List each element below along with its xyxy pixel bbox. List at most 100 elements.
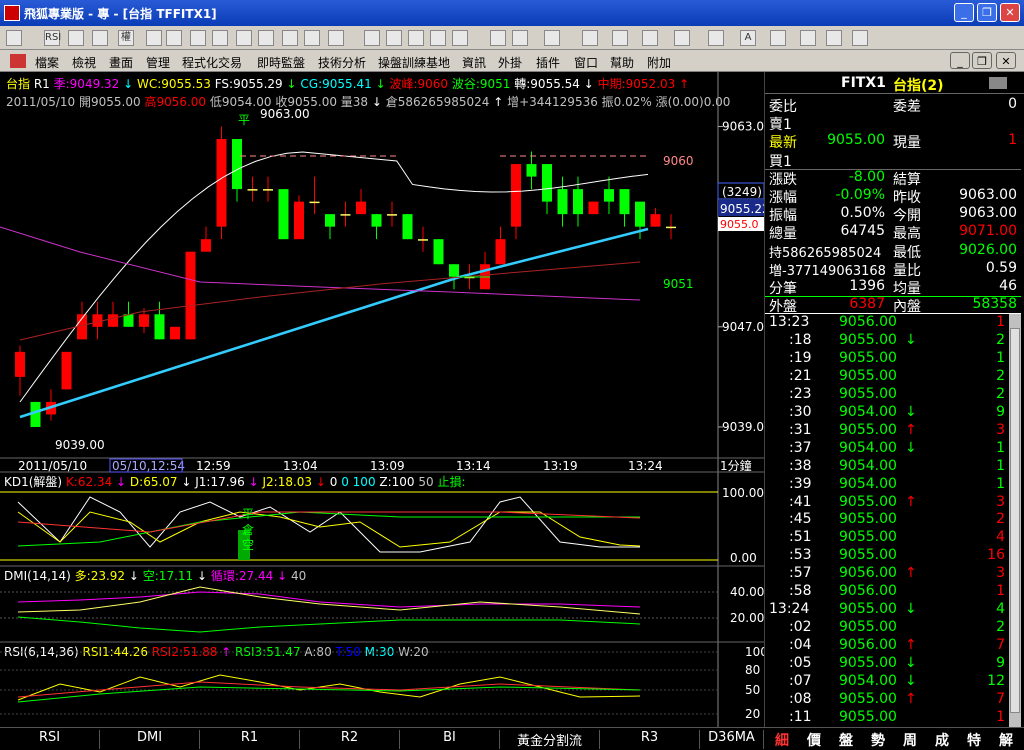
menu-item-5[interactable]: 即時監盤	[257, 54, 305, 71]
tick-row: :39 9054.00 1	[765, 476, 1021, 494]
target-icon[interactable]	[258, 30, 274, 46]
quote-row: 外盤 6387 內盤 58358	[765, 296, 1021, 315]
copy2-icon[interactable]	[770, 30, 786, 46]
weight-icon[interactable]: 權	[118, 30, 134, 46]
quote-row: 分筆 1396 均量 46	[765, 278, 1021, 297]
menu-item-0[interactable]: 檔案	[35, 54, 59, 71]
inner-min-button[interactable]: _	[950, 52, 970, 69]
link-icon[interactable]	[92, 30, 108, 46]
quote-tab-6[interactable]: 特	[960, 730, 988, 749]
tick-volume: 2	[996, 367, 1005, 384]
tab4-icon[interactable]	[408, 30, 424, 46]
color2-icon[interactable]	[166, 30, 182, 46]
candle-body	[356, 201, 366, 215]
quote-tab-7[interactable]: 解	[992, 730, 1020, 749]
menu-item-13[interactable]: 附加	[647, 54, 671, 71]
gann-icon[interactable]	[642, 30, 658, 46]
circle-icon[interactable]	[708, 30, 724, 46]
time-axis-label: 2011/05/10	[18, 459, 87, 473]
close-button[interactable]: ✕	[1000, 3, 1020, 22]
menu-item-12[interactable]: 幫助	[610, 54, 634, 71]
menu-item-1[interactable]: 檢視	[72, 54, 96, 71]
indicator-tab-6[interactable]: R3	[600, 730, 700, 749]
menu-item-11[interactable]: 窗口	[574, 54, 598, 71]
tick-time: 13:24	[769, 601, 810, 618]
indicator-tab-0[interactable]: RSI	[0, 730, 100, 749]
rsi-axis-label: 20	[745, 707, 760, 721]
move-icon[interactable]	[68, 30, 84, 46]
grid-icon[interactable]	[612, 30, 628, 46]
menu-bar: 檔案 檢視 畫面 管理 程式化交易 即時監盤 技術分析 操盤訓練基地 資訊 外掛 插件 窗口 幫助 附加 _…	[0, 50, 1024, 72]
rsi-icon[interactable]: RSI	[44, 30, 61, 46]
indicator-tab-1[interactable]: DMI	[100, 730, 200, 749]
open-icon[interactable]	[6, 30, 22, 46]
dollar-icon[interactable]	[304, 30, 320, 46]
chart-area[interactable]: 台指 R1 季:9049.32 ↓ WC:9055.53 FS:9055.29 …	[0, 72, 772, 727]
vbar-icon[interactable]	[544, 30, 560, 46]
inner-restore-button[interactable]: ❐	[972, 52, 992, 69]
indicator-tab-4[interactable]: BI	[400, 730, 500, 749]
menu-item-3[interactable]: 管理	[146, 54, 170, 71]
menu-item-10[interactable]: 插件	[536, 54, 560, 71]
menu-item-6[interactable]: 技術分析	[318, 54, 366, 71]
indicator-tab-7[interactable]: D36MA	[700, 730, 764, 749]
candle-body	[216, 139, 227, 227]
search-icon[interactable]	[236, 30, 252, 46]
tick-time: :05	[789, 655, 812, 672]
rect-icon[interactable]	[674, 30, 690, 46]
indicator-tab-2[interactable]: R1	[200, 730, 300, 749]
tab5-icon[interactable]	[430, 30, 446, 46]
quote-tab-5[interactable]: 成	[928, 730, 956, 749]
book-icon[interactable]	[212, 30, 228, 46]
palette-icon[interactable]	[826, 30, 842, 46]
kd-label-part: 50	[418, 475, 437, 489]
color1-icon[interactable]	[146, 30, 162, 46]
quote-tab-2[interactable]: 盤	[832, 730, 860, 749]
save-icon[interactable]	[852, 30, 868, 46]
minimize-button[interactable]: _	[954, 3, 974, 22]
tick-volume: 9	[996, 655, 1005, 672]
tab1-icon[interactable]	[328, 30, 344, 46]
tick-row: :11 9055.00 1	[765, 709, 1021, 727]
tab2-icon[interactable]	[364, 30, 380, 46]
restore-button[interactable]: ❐	[977, 3, 997, 22]
chart-svg[interactable]: 台指 R1 季:9049.32 ↓ WC:9055.53 FS:9055.29 …	[0, 72, 772, 727]
fan-icon[interactable]	[582, 30, 598, 46]
eraser-icon[interactable]	[800, 30, 816, 46]
rsi-label-part: RSI2:51.88	[152, 645, 221, 659]
quote-tab-1[interactable]: 價	[800, 730, 828, 749]
text-icon[interactable]: A	[740, 30, 756, 46]
menu-item-4[interactable]: 程式化交易	[182, 54, 242, 71]
quote-tab-4[interactable]: 周	[896, 730, 924, 749]
level-icon[interactable]	[512, 30, 528, 46]
quote-expand-icon[interactable]	[989, 77, 1007, 89]
menu-item-2[interactable]: 畫面	[109, 54, 133, 71]
copy-icon[interactable]	[190, 30, 206, 46]
tick-price: 9055.00	[839, 421, 897, 438]
menu-app-icon[interactable]	[10, 54, 26, 68]
menu-item-8[interactable]: 資訊	[462, 54, 486, 71]
scroll-thumb[interactable]	[1010, 328, 1020, 713]
candle-body	[650, 214, 661, 227]
tick-time: :31	[789, 421, 812, 438]
tab3-icon[interactable]	[386, 30, 402, 46]
quote-label: 委比	[769, 99, 797, 115]
inner-close-button[interactable]: ✕	[996, 52, 1016, 69]
indicator-tab-3[interactable]: R2	[300, 730, 400, 749]
quote-label: 漲幅	[769, 190, 797, 206]
time-axis-label: 05/10,12:54	[112, 459, 185, 473]
cursor-icon[interactable]	[452, 30, 468, 46]
menu-item-7[interactable]: 操盤訓練基地	[378, 54, 450, 71]
tick-time: 13:23	[769, 314, 810, 330]
indicator-tab-5[interactable]: 黃金分割流	[500, 730, 600, 749]
header-line2-part: 倉586265985024	[386, 94, 493, 109]
line-icon[interactable]	[490, 30, 506, 46]
quote-tab-0[interactable]: 細	[768, 730, 796, 749]
quote-tab-3[interactable]: 勢	[864, 730, 892, 749]
menu-item-9[interactable]: 外掛	[498, 54, 522, 71]
header-line2-part: ↑	[493, 95, 507, 109]
tick-row: :51 9055.00 4	[765, 529, 1021, 547]
tick-time: :53	[789, 547, 812, 564]
warn-icon[interactable]	[282, 30, 298, 46]
price-axis-label: 9047.0	[722, 320, 764, 334]
